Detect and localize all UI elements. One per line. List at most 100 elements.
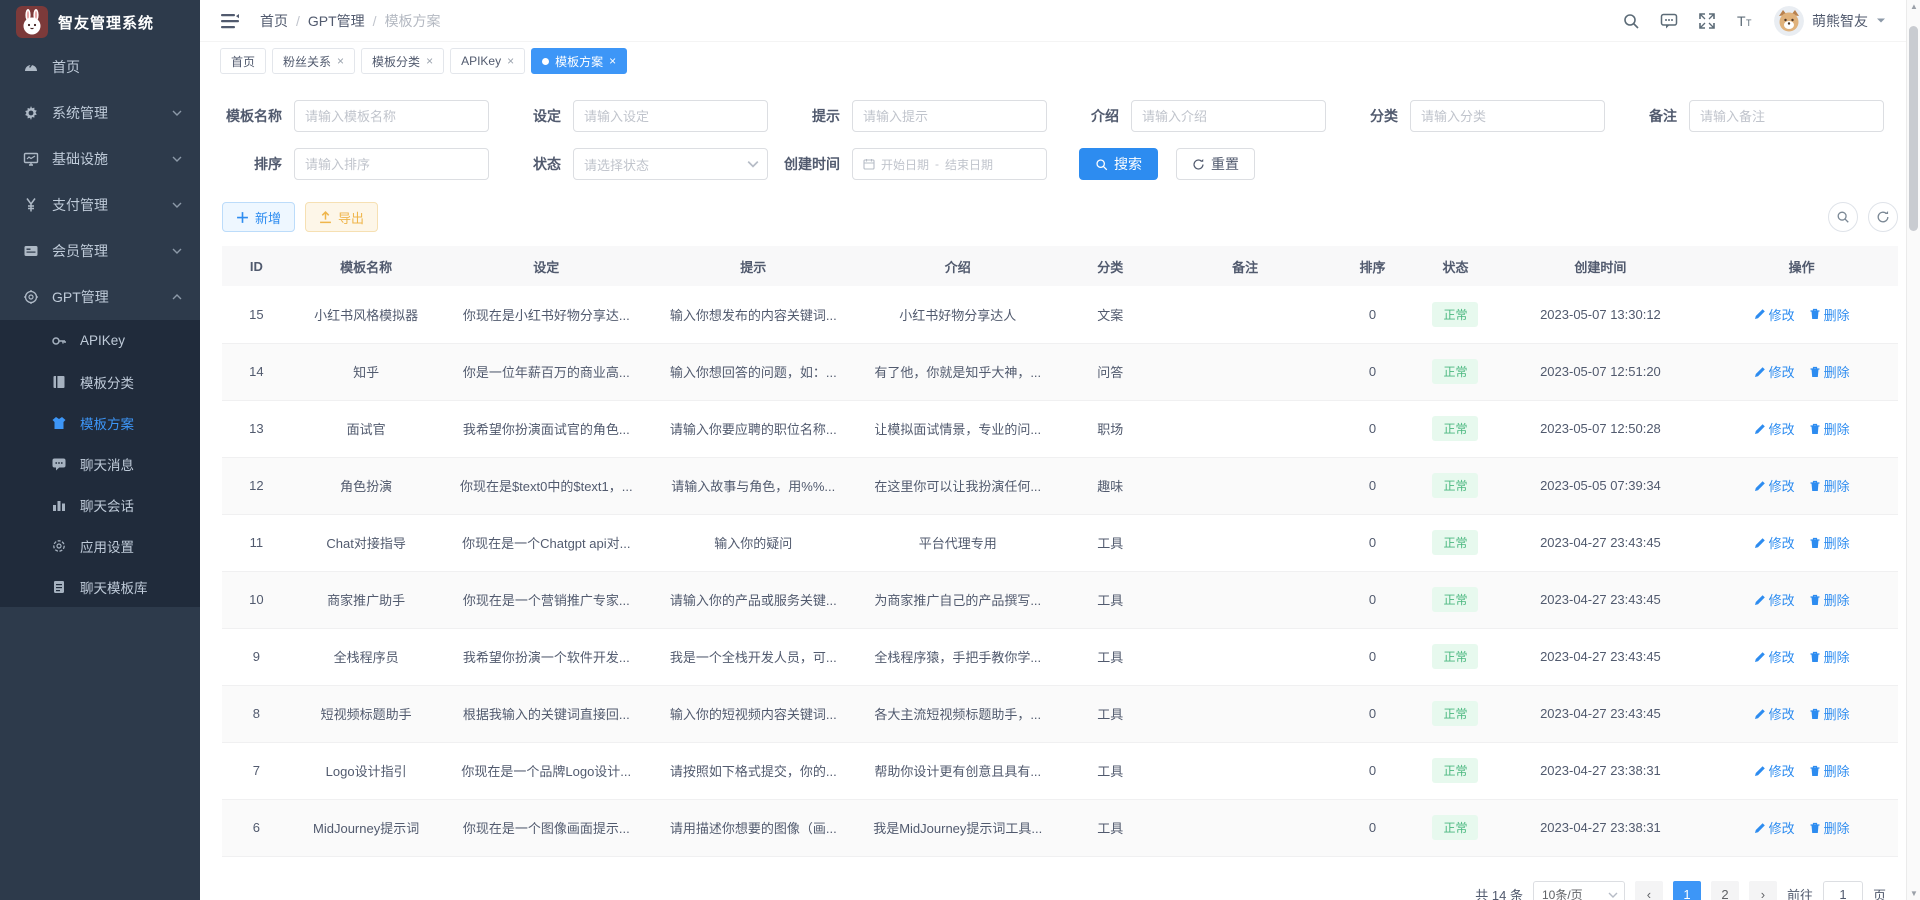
edit-button[interactable]: 修改 — [1754, 761, 1795, 780]
page-button[interactable]: 1 — [1673, 881, 1701, 900]
remark-input[interactable] — [1689, 100, 1884, 132]
delete-button[interactable]: 删除 — [1809, 476, 1850, 495]
cell-category: 问答 — [1060, 343, 1161, 400]
edit-button[interactable]: 修改 — [1754, 476, 1795, 495]
search-button-label: 搜索 — [1114, 154, 1142, 174]
delete-button[interactable]: 删除 — [1809, 704, 1850, 723]
page-button[interactable]: 2 — [1711, 881, 1739, 900]
sidebar-item-member[interactable]: 会员管理 — [0, 228, 200, 274]
status-select[interactable]: 请选择状态 — [573, 148, 768, 180]
cell-remark — [1161, 457, 1330, 514]
sidebar-item-payment[interactable]: 支付管理 — [0, 182, 200, 228]
close-icon[interactable]: × — [337, 55, 344, 67]
export-button[interactable]: 导出 — [305, 202, 378, 232]
breadcrumb-home[interactable]: 首页 — [260, 11, 288, 31]
status-badge: 正常 — [1432, 416, 1478, 441]
font-size-icon[interactable]: TT — [1736, 12, 1754, 30]
delete-button[interactable]: 删除 — [1809, 761, 1850, 780]
delete-button[interactable]: 删除 — [1809, 647, 1850, 666]
edit-button[interactable]: 修改 — [1754, 647, 1795, 666]
book-icon — [50, 374, 68, 390]
scrollbar-thumb[interactable] — [1909, 26, 1918, 231]
tab-home[interactable]: 首页 — [220, 48, 266, 74]
sidebar-item-infrastructure[interactable]: 基础设施 — [0, 136, 200, 182]
message-icon[interactable] — [1660, 12, 1678, 30]
user-menu[interactable]: 萌熊智友 — [1774, 6, 1886, 36]
date-range-picker[interactable]: 开始日期 - 结束日期 — [852, 148, 1047, 180]
refresh-table-icon[interactable] — [1868, 202, 1898, 232]
template-name-input[interactable] — [294, 100, 489, 132]
edit-button[interactable]: 修改 — [1754, 533, 1795, 552]
intro-input[interactable] — [1131, 100, 1326, 132]
breadcrumb-gpt[interactable]: GPT管理 — [308, 11, 365, 31]
close-icon[interactable]: × — [426, 55, 433, 67]
status-badge: 正常 — [1432, 359, 1478, 384]
tab-label: 粉丝关系 — [283, 53, 331, 70]
field-label: 创建时间 — [780, 154, 852, 174]
pencil-icon — [1754, 308, 1766, 320]
pencil-icon — [1754, 480, 1766, 492]
sidebar-item-chat-session[interactable]: 聊天会话 — [0, 484, 200, 525]
delete-button[interactable]: 删除 — [1809, 818, 1850, 837]
page-size-value: 10条/页 — [1542, 886, 1608, 900]
edit-button[interactable]: 修改 — [1754, 305, 1795, 324]
cell-setting: 我希望你扮演面试官的角色... — [442, 400, 652, 457]
cell-actions: 修改删除 — [1705, 742, 1898, 799]
setting-input[interactable] — [573, 100, 768, 132]
cell-intro: 小红书好物分享达人 — [856, 286, 1060, 343]
cell-intro: 全栈程序猿，手把手教你学... — [856, 628, 1060, 685]
delete-button[interactable]: 删除 — [1809, 533, 1850, 552]
fullscreen-icon[interactable] — [1698, 12, 1716, 30]
column-search-icon[interactable] — [1828, 202, 1858, 232]
prev-page-button[interactable]: ‹ — [1635, 881, 1663, 900]
edit-button[interactable]: 修改 — [1754, 590, 1795, 609]
close-icon[interactable]: × — [507, 55, 514, 67]
tab-template-category[interactable]: 模板分类× — [361, 48, 444, 74]
goto-page-input[interactable] — [1823, 881, 1863, 900]
edit-button[interactable]: 修改 — [1754, 818, 1795, 837]
delete-button[interactable]: 删除 — [1809, 419, 1850, 438]
edit-button[interactable]: 修改 — [1754, 419, 1795, 438]
scroll-down-icon[interactable]: ▼ — [1907, 889, 1920, 898]
dashboard-icon — [22, 59, 40, 75]
delete-button[interactable]: 删除 — [1809, 362, 1850, 381]
sidebar-item-template-plan[interactable]: 模板方案 — [0, 402, 200, 443]
search-icon[interactable] — [1622, 12, 1640, 30]
reset-button[interactable]: 重置 — [1176, 148, 1255, 180]
add-button[interactable]: 新增 — [222, 202, 295, 232]
cell-intro: 有了他，你就是知乎大神，... — [856, 343, 1060, 400]
vertical-scrollbar[interactable]: ▲ ▼ — [1906, 0, 1920, 900]
prompt-input[interactable] — [852, 100, 1047, 132]
sidebar-item-chat-message[interactable]: 聊天消息 — [0, 443, 200, 484]
edit-button[interactable]: 修改 — [1754, 362, 1795, 381]
close-icon[interactable]: × — [609, 55, 616, 67]
tab-template-plan[interactable]: 模板方案× — [531, 48, 627, 74]
category-input[interactable] — [1410, 100, 1605, 132]
sidebar-item-system[interactable]: 系统管理 — [0, 90, 200, 136]
sidebar-item-home[interactable]: 首页 — [0, 44, 200, 90]
sidebar-item-template-category[interactable]: 模板分类 — [0, 361, 200, 402]
sidebar-item-label: 聊天会话 — [80, 495, 134, 515]
delete-button[interactable]: 删除 — [1809, 590, 1850, 609]
breadcrumb-separator: / — [373, 13, 377, 29]
tab-fans[interactable]: 粉丝关系 × — [272, 48, 355, 74]
sidebar-item-gpt[interactable]: GPT管理 — [0, 274, 200, 320]
delete-button[interactable]: 删除 — [1809, 305, 1850, 324]
sidebar-item-app-settings[interactable]: 应用设置 — [0, 525, 200, 566]
sidebar-item-label: 系统管理 — [52, 103, 108, 123]
header-category: 分类 — [1060, 246, 1161, 286]
avatar — [1774, 6, 1804, 36]
toolbar-right — [1828, 202, 1898, 232]
edit-button[interactable]: 修改 — [1754, 704, 1795, 723]
sort-input[interactable] — [294, 148, 489, 180]
sidebar-item-chat-template-lib[interactable]: 聊天模板库 — [0, 566, 200, 607]
search-button[interactable]: 搜索 — [1079, 148, 1158, 180]
cell-category: 文案 — [1060, 286, 1161, 343]
cell-category: 工具 — [1060, 571, 1161, 628]
sidebar-item-apikey[interactable]: APIKey — [0, 320, 200, 361]
scroll-up-icon[interactable]: ▲ — [1907, 2, 1920, 11]
page-size-select[interactable]: 10条/页 — [1533, 881, 1625, 900]
tab-apikey[interactable]: APIKey× — [450, 48, 525, 74]
next-page-button[interactable]: › — [1749, 881, 1777, 900]
collapse-menu-icon[interactable] — [220, 11, 240, 31]
